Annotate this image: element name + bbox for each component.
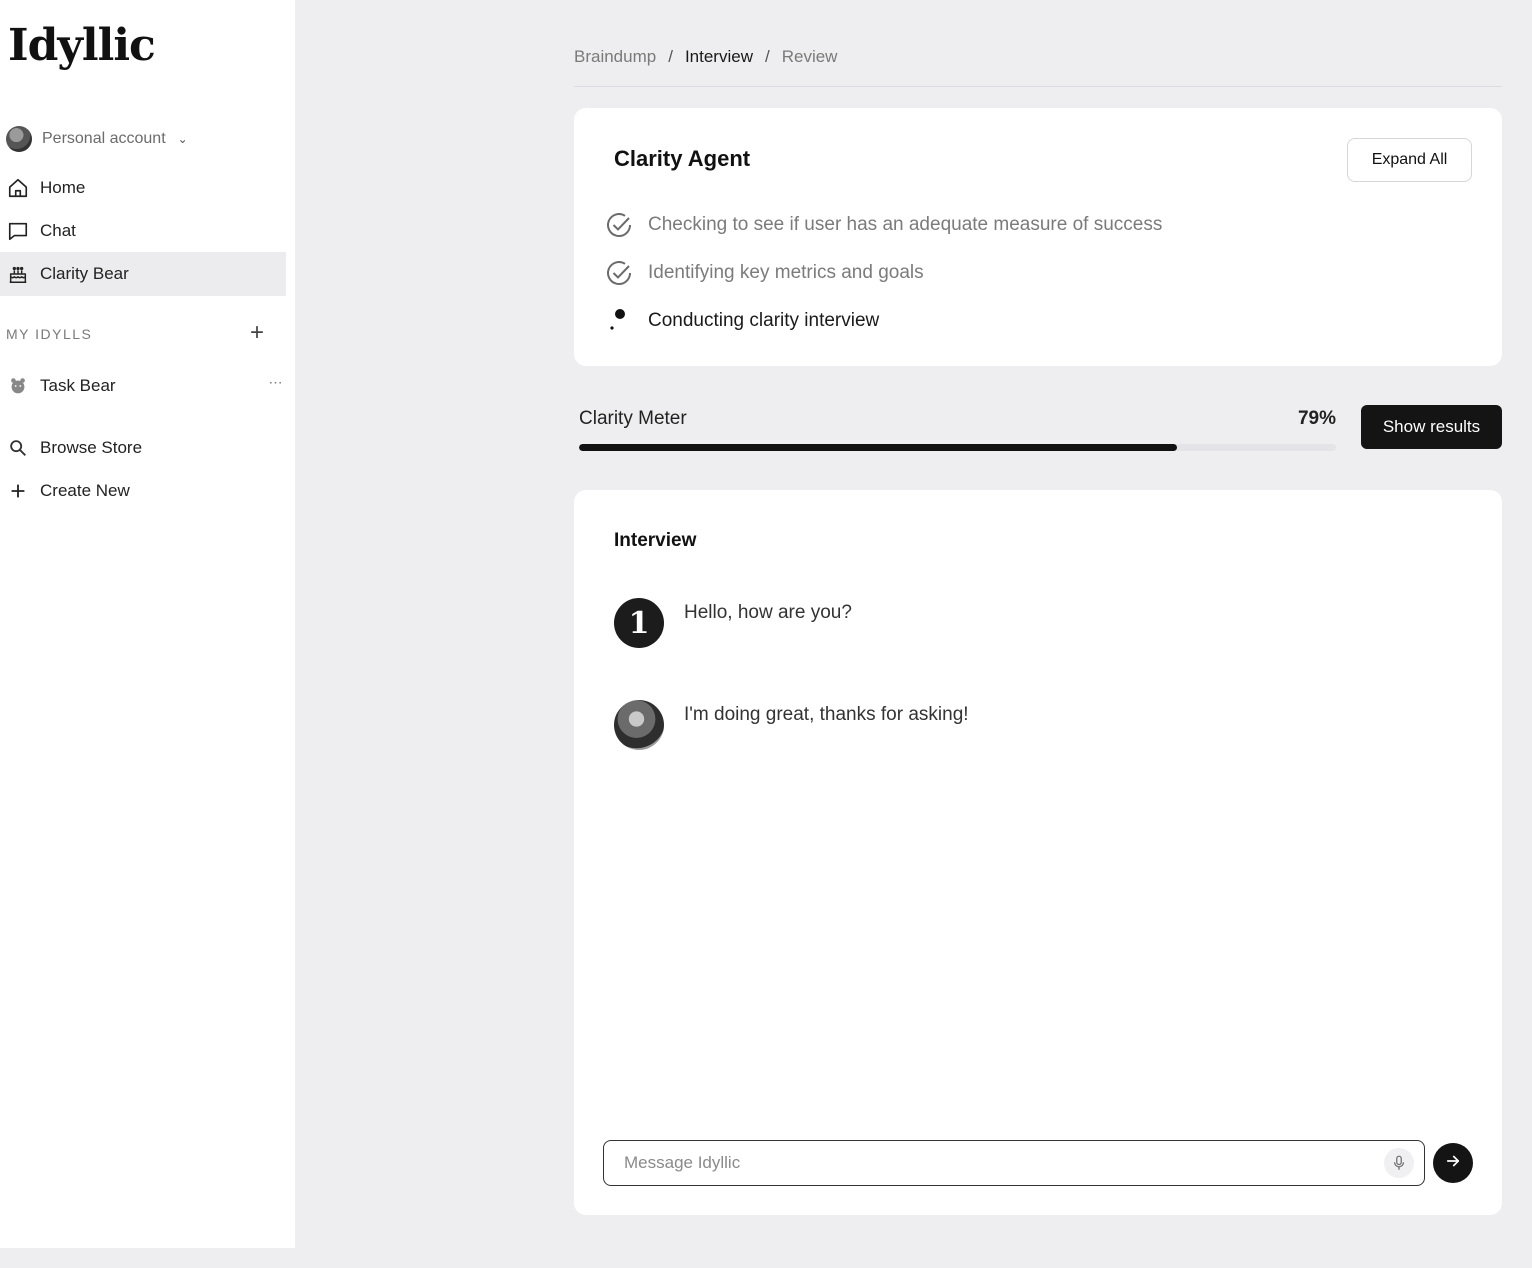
nav-chat[interactable]: Chat bbox=[0, 209, 286, 253]
show-results-button[interactable]: Show results bbox=[1361, 405, 1502, 449]
create-new-link[interactable]: Create New bbox=[0, 471, 290, 511]
check-circle-icon bbox=[604, 258, 634, 288]
user-avatar bbox=[614, 700, 664, 750]
loading-spinner-icon bbox=[604, 306, 634, 336]
chat-message-bot: 1 Hello, how are you? bbox=[614, 598, 1454, 648]
idyll-item-task-bear[interactable]: Task Bear bbox=[0, 366, 290, 406]
agent-step-text: Checking to see if user has an adequate … bbox=[648, 214, 1163, 235]
cake-icon bbox=[6, 262, 30, 286]
clarity-agent-card: Clarity Agent Expand All Checking to see… bbox=[574, 108, 1502, 366]
message-composer bbox=[603, 1140, 1425, 1186]
clarity-meter-label: Clarity Meter bbox=[579, 408, 687, 429]
breadcrumb-braindump[interactable]: Braindump bbox=[574, 47, 656, 67]
message-text: I'm doing great, thanks for asking! bbox=[684, 704, 969, 725]
breadcrumb-separator: / bbox=[668, 47, 673, 66]
my-idylls-heading: MY IDYLLS bbox=[6, 326, 93, 342]
nav-clarity-bear-label: Clarity Bear bbox=[40, 264, 129, 283]
nav-clarity-bear[interactable]: Clarity Bear bbox=[0, 252, 286, 296]
nav-chat-label: Chat bbox=[40, 221, 76, 240]
search-icon bbox=[6, 436, 30, 460]
home-icon bbox=[6, 176, 30, 200]
message-input[interactable] bbox=[624, 1153, 1384, 1173]
idyll-item-label: Task Bear bbox=[40, 376, 116, 395]
app-root: Idyllic Personal account ⌄ Home Chat Cla… bbox=[0, 0, 1532, 1268]
clarity-meter-fill bbox=[579, 444, 1178, 451]
breadcrumb-separator: / bbox=[764, 47, 770, 66]
nav-home-label: Home bbox=[40, 178, 86, 197]
app-logo[interactable]: Idyllic bbox=[8, 20, 156, 71]
agent-step: Identifying key metrics and goals bbox=[604, 256, 924, 290]
chevron-down-icon: ⌄ bbox=[177, 132, 188, 146]
breadcrumb-interview[interactable]: Interview bbox=[685, 47, 753, 67]
add-idyll-button[interactable]: + bbox=[246, 320, 268, 346]
check-circle-icon bbox=[604, 210, 634, 240]
send-button[interactable] bbox=[1433, 1143, 1473, 1183]
browse-store-label: Browse Store bbox=[40, 438, 143, 457]
agent-step-text: Conducting clarity interview bbox=[648, 310, 880, 331]
plus-icon bbox=[6, 479, 30, 503]
agent-step: Conducting clarity interview bbox=[604, 304, 879, 338]
chat-message-user: I'm doing great, thanks for asking! bbox=[614, 700, 1454, 750]
microphone-icon[interactable] bbox=[1384, 1148, 1414, 1178]
clarity-meter-value: 79% bbox=[1297, 408, 1336, 429]
nav-home[interactable]: Home bbox=[0, 166, 286, 210]
bot-avatar: 1 bbox=[614, 598, 664, 648]
browse-store-link[interactable]: Browse Store bbox=[0, 428, 290, 468]
clarity-meter-bar bbox=[579, 444, 1336, 451]
agent-title: Clarity Agent bbox=[614, 146, 751, 171]
bear-icon bbox=[6, 374, 30, 398]
sidebar: Idyllic Personal account ⌄ Home Chat Cla… bbox=[0, 0, 295, 1248]
breadcrumb: Braindump / Interview / Review bbox=[574, 44, 837, 70]
agent-step-text: Identifying key metrics and goals bbox=[648, 262, 924, 283]
create-new-label: Create New bbox=[40, 481, 130, 500]
account-switcher[interactable]: Personal account ⌄ bbox=[6, 126, 188, 152]
account-label: Personal account bbox=[42, 130, 166, 147]
interview-card: Interview 1 Hello, how are you? I'm doin… bbox=[574, 490, 1502, 1215]
agent-step: Checking to see if user has an adequate … bbox=[604, 208, 1162, 242]
chat-icon bbox=[6, 219, 30, 243]
more-options-icon[interactable]: ⋯ bbox=[264, 374, 288, 394]
breadcrumb-review[interactable]: Review bbox=[782, 47, 838, 67]
message-text: Hello, how are you? bbox=[684, 602, 852, 623]
expand-all-button[interactable]: Expand All bbox=[1347, 138, 1472, 182]
header-divider bbox=[574, 86, 1502, 87]
account-avatar bbox=[6, 126, 32, 152]
interview-title: Interview bbox=[614, 530, 697, 551]
arrow-right-icon bbox=[1444, 1152, 1462, 1175]
